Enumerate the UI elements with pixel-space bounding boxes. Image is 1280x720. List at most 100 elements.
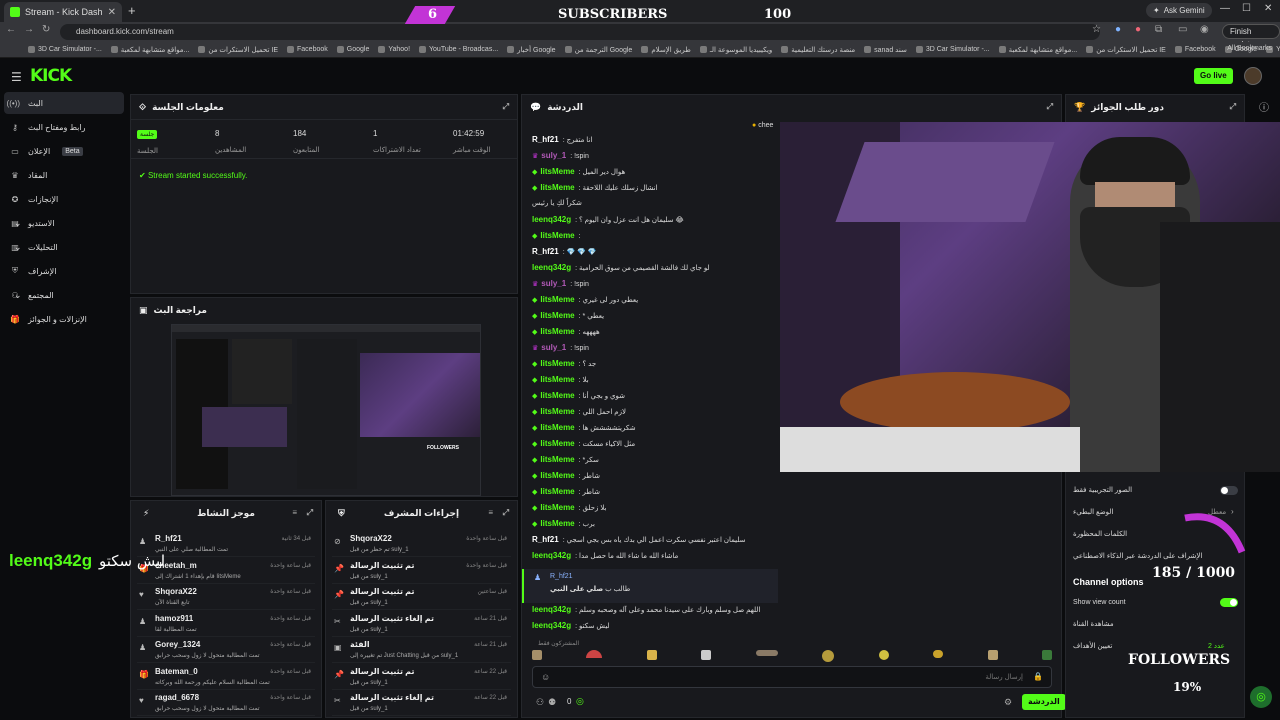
- chat-username[interactable]: IitsMeme: [540, 503, 574, 512]
- sidebar-item[interactable]: الاستديو ▤ ⌄: [4, 212, 124, 234]
- chevron-down-icon[interactable]: ⌄: [14, 218, 22, 229]
- sidepanel-icon[interactable]: ▭: [1178, 24, 1187, 35]
- sidebar-item[interactable]: الإنجازات ✪: [4, 188, 124, 210]
- reward-user[interactable]: R_hf21: [550, 573, 573, 580]
- profile-icon[interactable]: ◉: [1200, 24, 1209, 35]
- sidebar-item[interactable]: المقاد ♛: [4, 164, 124, 186]
- chat-username[interactable]: leenq342g: [532, 551, 571, 560]
- feed-user[interactable]: تم تثبيت الرسالة: [350, 667, 414, 676]
- chevron-down-icon[interactable]: ⌄: [14, 290, 22, 301]
- chat-username[interactable]: IitsMeme: [540, 311, 574, 320]
- bookmark-item[interactable]: أخبار Google: [507, 46, 556, 54]
- feed-user[interactable]: تم تثبيت الرسالة: [350, 561, 414, 570]
- preview-thumbnail[interactable]: FOLLOWERS: [171, 324, 481, 496]
- chat-input[interactable]: ☺ إرسال رسالة 🔒: [532, 666, 1052, 688]
- chat-username[interactable]: leenq342g: [532, 215, 571, 224]
- emote-icon[interactable]: [586, 650, 603, 658]
- sidebar-item[interactable]: البث ((•)): [4, 92, 124, 114]
- chevron-down-icon[interactable]: ⌄: [14, 242, 22, 253]
- chat-username[interactable]: IitsMeme: [540, 407, 574, 416]
- sidebar-item[interactable]: التحليلات ▥ ⌄: [4, 236, 124, 258]
- chat-username[interactable]: IitsMeme: [540, 487, 574, 496]
- expand-icon[interactable]: ⤢: [503, 102, 509, 112]
- bookmark-item[interactable]: Facebook: [1174, 46, 1216, 53]
- chat-username[interactable]: IitsMeme: [540, 439, 574, 448]
- new-tab-icon[interactable]: +: [128, 3, 136, 18]
- chat-username[interactable]: IitsMeme: [540, 167, 574, 176]
- minimize-icon[interactable]: —: [1220, 3, 1230, 14]
- bookmark-star-icon[interactable]: ☆: [1092, 24, 1101, 35]
- chat-username[interactable]: IitsMeme: [540, 231, 574, 240]
- share-channel-link[interactable]: مشاهدة القناة: [1073, 620, 1114, 628]
- sidebar-item[interactable]: الإنزالات و الجوائز 🎁: [4, 308, 124, 330]
- feed-user[interactable]: تم إلغاء تثبيت الرسالة: [350, 693, 434, 702]
- chat-username[interactable]: IitsMeme: [540, 455, 574, 464]
- maximize-icon[interactable]: ☐: [1242, 3, 1251, 14]
- send-chat-button[interactable]: الدردشة: [1022, 694, 1066, 710]
- kick-logo[interactable]: KICK: [30, 66, 72, 86]
- bookmark-item[interactable]: مواقع متشابهة لمكعبة...: [110, 46, 189, 54]
- emote-icon[interactable]: [701, 650, 712, 660]
- chat-username[interactable]: leenq342g: [532, 263, 571, 272]
- feed-user[interactable]: ShqoraX22: [350, 534, 392, 543]
- chat-username[interactable]: IitsMeme: [540, 295, 574, 304]
- emote-icon[interactable]: [532, 650, 542, 660]
- extension-icon[interactable]: ●: [1115, 24, 1121, 35]
- info-icon[interactable]: ⓘ: [1259, 99, 1269, 114]
- browser-tab[interactable]: Stream - Kick Dashboard ✕: [4, 2, 122, 22]
- emote-icon[interactable]: [1041, 650, 1052, 660]
- chat-username[interactable]: IitsMeme: [540, 391, 574, 400]
- lock-icon[interactable]: 🔒: [1033, 672, 1043, 681]
- feed-user[interactable]: تم إلغاء تثبيت الرسالة: [350, 614, 434, 623]
- chat-username[interactable]: suly_1: [541, 279, 566, 288]
- chat-username[interactable]: leenq342g: [532, 621, 571, 630]
- back-icon[interactable]: ←: [6, 24, 16, 35]
- pinned-indicator[interactable]: ● chee: [752, 122, 773, 129]
- chat-username[interactable]: suly_1: [541, 343, 566, 352]
- emote-icon[interactable]: [646, 650, 657, 660]
- bookmark-item[interactable]: مواقع متشابهة لمكعبة...: [998, 46, 1077, 54]
- chat-username[interactable]: IitsMeme: [540, 183, 574, 192]
- emote-icon[interactable]: [822, 650, 835, 662]
- bookmark-item[interactable]: تحميل الاستكرات من IE: [198, 46, 278, 54]
- emote-icon[interactable]: [933, 650, 944, 658]
- feed-user[interactable]: Bateman_0: [155, 667, 198, 676]
- gear-icon[interactable]: ⚙: [1004, 697, 1012, 708]
- chat-username[interactable]: R_hf21: [532, 535, 559, 544]
- ask-gemini-button[interactable]: ✦ Ask Gemini: [1146, 3, 1212, 18]
- close-window-icon[interactable]: ✕: [1264, 3, 1272, 14]
- bookmark-item[interactable]: Google: [336, 46, 369, 53]
- feed-user[interactable]: R_hf21: [155, 534, 182, 543]
- feed-user[interactable]: Gorey_1324: [155, 640, 200, 649]
- help-icon[interactable]: ◎: [1250, 686, 1272, 708]
- chat-username[interactable]: IitsMeme: [540, 375, 574, 384]
- feed-user[interactable]: hamoz911: [155, 614, 193, 623]
- feed-user[interactable]: تم تثبيت الرسالة: [350, 587, 414, 596]
- sidebar-item[interactable]: الإشراف ⛨: [4, 260, 124, 282]
- emote-icon[interactable]: [987, 650, 998, 660]
- chat-username[interactable]: leenq342g: [532, 605, 571, 614]
- bookmark-item[interactable]: الترجمة من Google: [564, 46, 632, 54]
- chat-username[interactable]: IitsMeme: [540, 423, 574, 432]
- all-bookmarks-button[interactable]: All Bookmarks: [1227, 45, 1272, 52]
- sidebar-item[interactable]: رابط ومفتاح البث ⚷: [4, 116, 124, 138]
- extensions-puzzle-icon[interactable]: ⧉: [1155, 24, 1162, 35]
- feed-user[interactable]: ShqoraX22: [155, 587, 197, 596]
- bookmark-item[interactable]: 3D Car Simulator -...: [915, 46, 990, 53]
- reload-icon[interactable]: ↻: [42, 24, 50, 35]
- bookmark-item[interactable]: طريق الإسلام: [641, 46, 691, 54]
- bookmark-item[interactable]: Facebook: [287, 46, 328, 53]
- menu-icon[interactable]: ☰: [11, 70, 22, 84]
- feed-user[interactable]: ragad_6678: [155, 693, 199, 702]
- sidebar-item[interactable]: المجتمع ⚇ ⌄: [4, 284, 124, 306]
- goals-value[interactable]: عدد 2: [1208, 642, 1225, 650]
- filter-icon[interactable]: ≡: [292, 508, 297, 517]
- emote-only-toggle[interactable]: [1220, 486, 1238, 495]
- expand-icon[interactable]: ⤢: [503, 508, 509, 518]
- chat-username[interactable]: R_hf21: [532, 247, 559, 256]
- bookmark-item[interactable]: منصة درستك التعليمية: [781, 46, 855, 54]
- feed-user[interactable]: الفئة: [350, 640, 370, 649]
- chat-username[interactable]: R_hf21: [532, 135, 559, 144]
- avatar[interactable]: [1244, 67, 1262, 85]
- bookmark-item[interactable]: تحميل الاستكرات من IE: [1086, 46, 1166, 54]
